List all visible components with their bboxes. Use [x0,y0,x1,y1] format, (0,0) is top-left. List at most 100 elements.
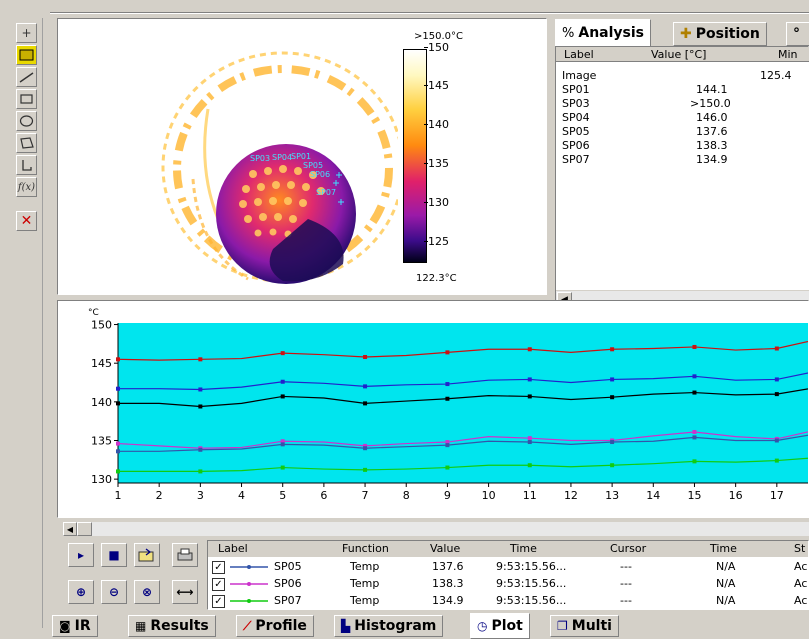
legend-time2: N/A [716,594,736,607]
col-value[interactable]: Value [430,542,460,555]
series-point [692,390,697,395]
legend-label: SP06 [274,577,302,590]
tab-ir[interactable]: ◙ IR [52,615,98,637]
fit-width-button[interactable]: ⟷ [172,580,198,604]
col-label[interactable]: Label [218,542,248,555]
colorbar-tick: 140 [424,118,449,131]
results-table-icon: ▦ [135,619,147,633]
zoom-auto-button[interactable]: ⊗ [134,580,160,604]
add-spot-icon[interactable]: + [16,23,37,43]
table-row[interactable]: SP06 138.3 [556,139,809,153]
polygon-tool-icon[interactable] [16,133,37,153]
col-status[interactable]: St [794,542,805,555]
legend-row[interactable]: ✓ SP07 Temp 134.9 9:53:15.56... --- N/A Ac [208,593,808,609]
table-row[interactable]: SP03 >150.0 [556,97,809,111]
series-checkbox[interactable]: ✓ [212,578,225,591]
ellipse-tool-icon[interactable] [16,111,37,131]
series-point [610,395,615,400]
col-function[interactable]: Function [342,542,389,555]
series-point [116,441,120,446]
series-point [692,459,697,464]
col-cursor[interactable]: Cursor [610,542,646,555]
series-point [692,429,697,434]
plot-background [118,323,808,483]
col-value[interactable]: Value [°C] [651,48,706,61]
y-tick-label: 150 [91,319,112,332]
series-point [527,440,532,445]
play-button[interactable]: ▸ [68,543,94,567]
legend-label: SP05 [274,560,302,573]
spot-label-sp06[interactable]: SP06 [310,170,330,179]
x-tick-label: 9 [444,489,451,502]
export-button[interactable] [134,543,160,567]
area-tool-icon[interactable] [16,45,37,65]
plot-panel: °C 150 145 140 135 130 1 2 3 4 5 6 7 8 9 10 11 12 13 14 15 16… [57,300,809,518]
stop-button[interactable]: ■ [101,543,127,567]
more-icon: ° [793,26,800,42]
print-button[interactable] [172,543,198,567]
spot-label-sp03[interactable]: SP03 [250,154,270,163]
colorbar-tick: 150 [424,41,449,54]
series-point [363,467,368,472]
series-point [280,379,285,384]
tab-plot[interactable]: ◷ Plot [470,613,530,639]
tab-analysis[interactable]: % Analysis [555,19,651,46]
table-row[interactable]: SP05 137.6 [556,125,809,139]
legend-time2: N/A [716,577,736,590]
series-checkbox[interactable]: ✓ [212,595,225,608]
tab-results[interactable]: ▦ Results [128,615,216,637]
table-row[interactable]: SP04 146.0 [556,111,809,125]
series-swatch [230,582,268,586]
tab-more[interactable]: ° [786,22,809,46]
series-point [774,377,779,382]
legend-status: Ac [794,560,808,573]
table-row[interactable]: SP07 134.9 [556,153,809,167]
color-scale-bar[interactable] [403,49,427,263]
col-time2[interactable]: Time [710,542,737,555]
isotherm-tool-icon[interactable] [16,155,37,175]
table-row[interactable]: SP01 144.1 [556,83,809,97]
zoom-in-button[interactable]: ⊕ [68,580,94,604]
legend-function: Temp [350,560,380,573]
legend-row[interactable]: ✓ SP06 Temp 138.3 9:53:15.56... --- N/A Ac [208,576,808,593]
col-min[interactable]: Min [778,48,798,61]
zoom-out-button[interactable]: ⊖ [101,580,127,604]
series-point [445,465,450,470]
x-tick-label: 1 [115,489,122,502]
x-tick-label: 7 [362,489,369,502]
line-tool-icon[interactable] [16,67,37,87]
series-point [445,443,450,448]
series-checkbox[interactable]: ✓ [212,561,225,574]
table-row[interactable]: Image 125.4 [556,69,809,83]
tab-profile[interactable]: ⟋ Profile [236,615,314,637]
ir-image-panel: SP03 SP04 SP01 SP05 SP06 SP07 >150.0°C 1… [57,18,547,295]
series-point [774,458,779,463]
scroll-left-icon[interactable]: ◀ [63,522,77,536]
legend-row[interactable]: ✓ SP05 Temp 137.6 9:53:15.56... --- N/A Ac [208,559,808,576]
legend-cursor: --- [620,594,632,607]
series-point [527,347,532,352]
y-tick-label: 140 [91,396,112,409]
analysis-panel: % Analysis ✚ Position ° Label Value [°C]… [553,18,809,314]
series-point [445,382,450,387]
x-tick-label: 14 [646,489,660,502]
ir-image[interactable]: SP03 SP04 SP01 SP05 SP06 SP07 [58,19,398,295]
spot-label-sp07[interactable]: SP07 [316,188,336,197]
spot-label-sp05[interactable]: SP05 [303,161,323,170]
spot-label-sp04[interactable]: SP04 [272,153,292,162]
tab-multi[interactable]: ❐ Multi [550,615,619,637]
rectangle-tool-icon[interactable] [16,89,37,109]
scroll-thumb[interactable] [77,522,92,536]
col-time[interactable]: Time [510,542,537,555]
delete-icon[interactable]: ✕ [16,211,37,231]
legend-function: Temp [350,594,380,607]
col-label[interactable]: Label [564,48,594,61]
series-point [774,346,779,351]
tab-position[interactable]: ✚ Position [673,22,767,46]
spot-label-sp01[interactable]: SP01 [291,152,311,161]
temperature-plot[interactable]: °C1501451401351301 2 3 4 5 6 7 8 9 10 11 12 13 14 15 16… [58,301,809,518]
plot-horizontal-scrollbar[interactable]: ◀ [63,522,809,536]
bottom-tab-strip: ◙ IR ▦ Results ⟋ Profile ▙ Histogram ◷ P… [50,613,809,639]
tab-histogram[interactable]: ▙ Histogram [334,615,444,637]
formula-icon[interactable]: f(x) [16,177,37,197]
